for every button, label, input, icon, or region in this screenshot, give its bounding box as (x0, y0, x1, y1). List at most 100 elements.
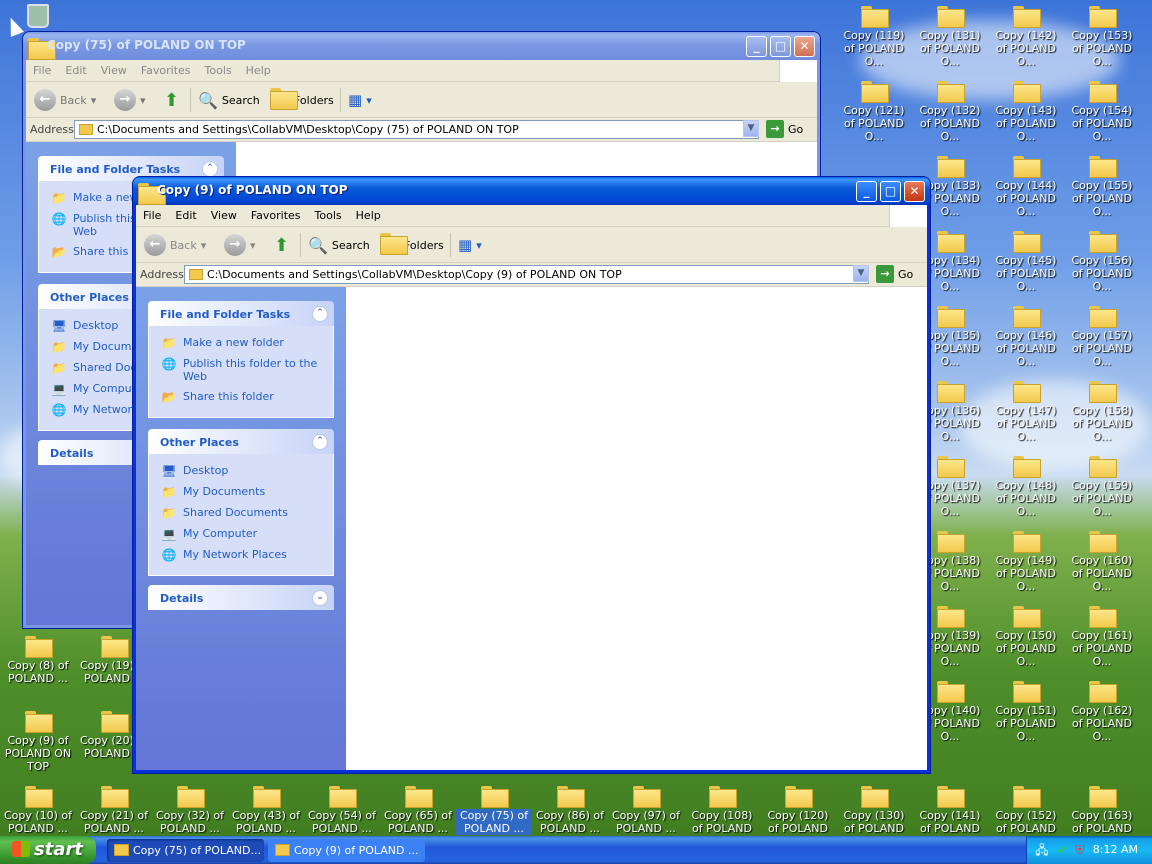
folder-icon (1013, 381, 1041, 403)
place-label: My Computer (183, 527, 258, 540)
maximize-button[interactable]: □ (770, 36, 791, 57)
network-tray-icon[interactable]: 🖧 (1035, 843, 1049, 857)
search-button[interactable]: 🔍 Search (198, 88, 260, 112)
desktop-folder-icon[interactable]: Copy (150) of POLAND O... (988, 600, 1064, 675)
desktop-folder-icon[interactable]: Copy (156) of POLAND O... (1064, 225, 1140, 300)
expand-chevron-icon[interactable]: ⌄ (312, 590, 328, 606)
desktop-folder-icon[interactable]: Copy (144) of POLAND O... (988, 150, 1064, 225)
search-button[interactable]: 🔍 Search (308, 233, 370, 257)
safely-remove-icon[interactable]: ✔ (1055, 843, 1069, 857)
folder-icon (1013, 306, 1041, 328)
desktop-folder-icon[interactable]: Copy (145) of POLAND O... (988, 225, 1064, 300)
taskbar: start Copy (75) of POLAND... Copy (9) of… (0, 836, 1152, 864)
place-shared-documents[interactable]: 📁 Shared Documents (161, 506, 333, 520)
desktop-folder-icon[interactable]: Copy (159) of POLAND O... (1064, 450, 1140, 525)
minimize-button[interactable]: _ (746, 36, 767, 57)
place-desktop[interactable]: 🖥 Desktop (161, 464, 333, 478)
menu-help[interactable]: Help (349, 205, 388, 226)
desktop-folder-icon[interactable]: Copy (131) of POLAND O... (912, 0, 988, 75)
address-dropdown-button[interactable]: ▼ (853, 265, 869, 282)
close-button[interactable]: ✕ (794, 36, 815, 57)
forward-button[interactable]: → ▾ (224, 233, 256, 257)
folder-icon (1013, 231, 1041, 253)
go-button[interactable]: → Go (766, 120, 803, 138)
back-button[interactable]: ← Back ▾ (144, 233, 206, 257)
desktop-folder-icon[interactable]: Copy (154) of POLAND O... (1064, 75, 1140, 150)
collapse-chevron-icon[interactable]: ⌃ (312, 306, 328, 322)
system-tray: 🖧 ✔ ⛨ 8:12 AM (1026, 836, 1152, 864)
desktop-folder-icon[interactable]: Copy (158) of POLAND O... (1064, 375, 1140, 450)
menu-help[interactable]: Help (239, 60, 278, 81)
place-my-documents[interactable]: 📁 My Documents (161, 485, 333, 499)
task-make-folder[interactable]: 📁 Make a new folder (161, 336, 333, 350)
panel-header[interactable]: File and Folder Tasks ⌃ (148, 301, 334, 326)
desktop-folder-icon[interactable]: Copy (146) of POLAND O... (988, 300, 1064, 375)
menu-view[interactable]: View (94, 60, 134, 81)
forward-button[interactable]: → ▾ (114, 88, 146, 112)
title-bar[interactable]: Copy (9) of POLAND ON TOP _ □ ✕ (133, 177, 930, 205)
place-my-computer[interactable]: 💻 My Computer (161, 527, 333, 541)
folder-icon (1089, 6, 1117, 28)
desktop-folder-icon[interactable]: Copy (157) of POLAND O... (1064, 300, 1140, 375)
address-dropdown-button[interactable]: ▼ (743, 120, 759, 137)
desktop-folder-icon[interactable]: Copy (121) of POLAND O... (836, 75, 912, 150)
place-network[interactable]: 🌐 My Network Places (161, 548, 333, 562)
go-button[interactable]: → Go (876, 265, 913, 283)
desktop-folder-icon[interactable]: Copy (142) of POLAND O... (988, 0, 1064, 75)
panel-header[interactable]: Other Places ⌃ (148, 429, 334, 454)
desktop-folder-icon[interactable]: Copy (153) of POLAND O... (1064, 0, 1140, 75)
file-list-area[interactable] (346, 287, 927, 770)
shared-folder-icon: 📁 (51, 361, 67, 375)
clock[interactable]: 8:12 AM (1093, 843, 1138, 856)
desktop-folder-icon[interactable]: Copy (132) of POLAND O... (912, 75, 988, 150)
menu-edit[interactable]: Edit (58, 60, 93, 81)
minimize-button[interactable]: _ (856, 181, 877, 202)
desktop-folder-icon[interactable]: Copy (119) of POLAND O... (836, 0, 912, 75)
menu-edit[interactable]: Edit (168, 205, 203, 226)
menu-file[interactable]: File (136, 205, 168, 226)
folders-button[interactable]: Folders (380, 233, 444, 257)
task-share-folder[interactable]: 📂 Share this folder (161, 390, 333, 404)
desktop-folder-icon[interactable]: Copy (143) of POLAND O... (988, 75, 1064, 150)
up-folder-button[interactable]: ⬆ (164, 88, 179, 112)
desktop-folder-icon[interactable]: Copy (155) of POLAND O... (1064, 150, 1140, 225)
desktop-folder-icon[interactable]: Copy (161) of POLAND O... (1064, 600, 1140, 675)
desktop-folder-icon[interactable]: Copy (8) of POLAND ... (0, 630, 76, 705)
title-bar[interactable]: Copy (75) of POLAND ON TOP _ □ ✕ (23, 32, 820, 60)
folder-icon (1013, 531, 1041, 553)
explorer-window-front[interactable]: Copy (9) of POLAND ON TOP _ □ ✕ File Edit… (133, 177, 930, 773)
desktop-folder-icon[interactable]: Copy (162) of POLAND O... (1064, 675, 1140, 750)
panel-title: Other Places (160, 436, 239, 449)
address-input[interactable]: C:\Documents and Settings\CollabVM\Deskt… (184, 265, 869, 284)
panel-header[interactable]: Details ⌄ (148, 585, 334, 610)
menu-view[interactable]: View (204, 205, 244, 226)
back-button[interactable]: ← Back ▾ (34, 88, 96, 112)
folders-button[interactable]: Folders (270, 88, 334, 112)
task-publish-web[interactable]: 🌐 Publish this folder to the Web (161, 357, 333, 383)
menu-tools[interactable]: Tools (308, 205, 349, 226)
desktop-folder-icon[interactable]: Copy (148) of POLAND O... (988, 450, 1064, 525)
collapse-chevron-icon[interactable]: ⌃ (312, 434, 328, 450)
folder-icon (405, 786, 433, 808)
desktop-folder-icon[interactable]: Copy (149) of POLAND O... (988, 525, 1064, 600)
folder-icon (1089, 606, 1117, 628)
views-button[interactable]: ▦ ▾ (348, 88, 372, 112)
menu-favorites[interactable]: Favorites (244, 205, 308, 226)
desktop-folder-icon[interactable]: Copy (160) of POLAND O... (1064, 525, 1140, 600)
close-button[interactable]: ✕ (904, 181, 925, 202)
taskbar-item-window-75[interactable]: Copy (75) of POLAND... (107, 839, 264, 862)
menu-file[interactable]: File (26, 60, 58, 81)
collapse-chevron-icon[interactable]: ⌃ (202, 161, 218, 177)
menu-favorites[interactable]: Favorites (134, 60, 198, 81)
taskbar-item-window-9[interactable]: Copy (9) of POLAND ... (268, 839, 425, 862)
desktop-folder-icon[interactable]: Copy (147) of POLAND O... (988, 375, 1064, 450)
desktop-folder-icon[interactable]: Copy (9) of POLAND ON TOP (0, 705, 76, 780)
menu-tools[interactable]: Tools (198, 60, 239, 81)
start-button[interactable]: start (0, 836, 96, 864)
address-input[interactable]: C:\Documents and Settings\CollabVM\Deskt… (74, 120, 759, 139)
up-folder-button[interactable]: ⬆ (274, 233, 289, 257)
security-shield-icon[interactable]: ⛨ (1073, 843, 1087, 857)
desktop-folder-icon[interactable]: Copy (151) of POLAND O... (988, 675, 1064, 750)
maximize-button[interactable]: □ (880, 181, 901, 202)
views-button[interactable]: ▦ ▾ (458, 233, 482, 257)
